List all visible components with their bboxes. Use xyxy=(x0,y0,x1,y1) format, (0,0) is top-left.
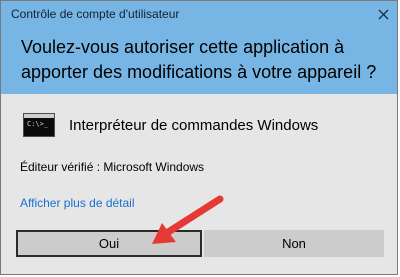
window-title: Contrôle de compte d'utilisateur xyxy=(11,7,180,21)
publisher-label: Éditeur vérifié : Microsoft Windows xyxy=(20,160,205,174)
show-details-link[interactable]: Afficher plus de détail xyxy=(20,196,135,210)
close-icon[interactable] xyxy=(374,5,392,23)
command-prompt-icon-text: C:\>_ xyxy=(27,120,49,128)
dialog-header: Contrôle de compte d'utilisateur Voulez-… xyxy=(1,1,397,94)
command-prompt-icon: C:\>_ xyxy=(23,113,55,137)
yes-button-label: Oui xyxy=(98,236,120,251)
uac-dialog: Contrôle de compte d'utilisateur Voulez-… xyxy=(0,0,398,275)
no-button-label: Non xyxy=(282,236,306,251)
app-name: Interpréteur de commandes Windows xyxy=(69,116,319,134)
dialog-question: Voulez-vous autoriser cette application … xyxy=(21,37,377,82)
yes-button[interactable]: Oui xyxy=(16,230,202,257)
no-button[interactable]: Non xyxy=(204,230,384,257)
app-info: C:\>_ Interpréteur de commandes Windows xyxy=(23,111,318,139)
